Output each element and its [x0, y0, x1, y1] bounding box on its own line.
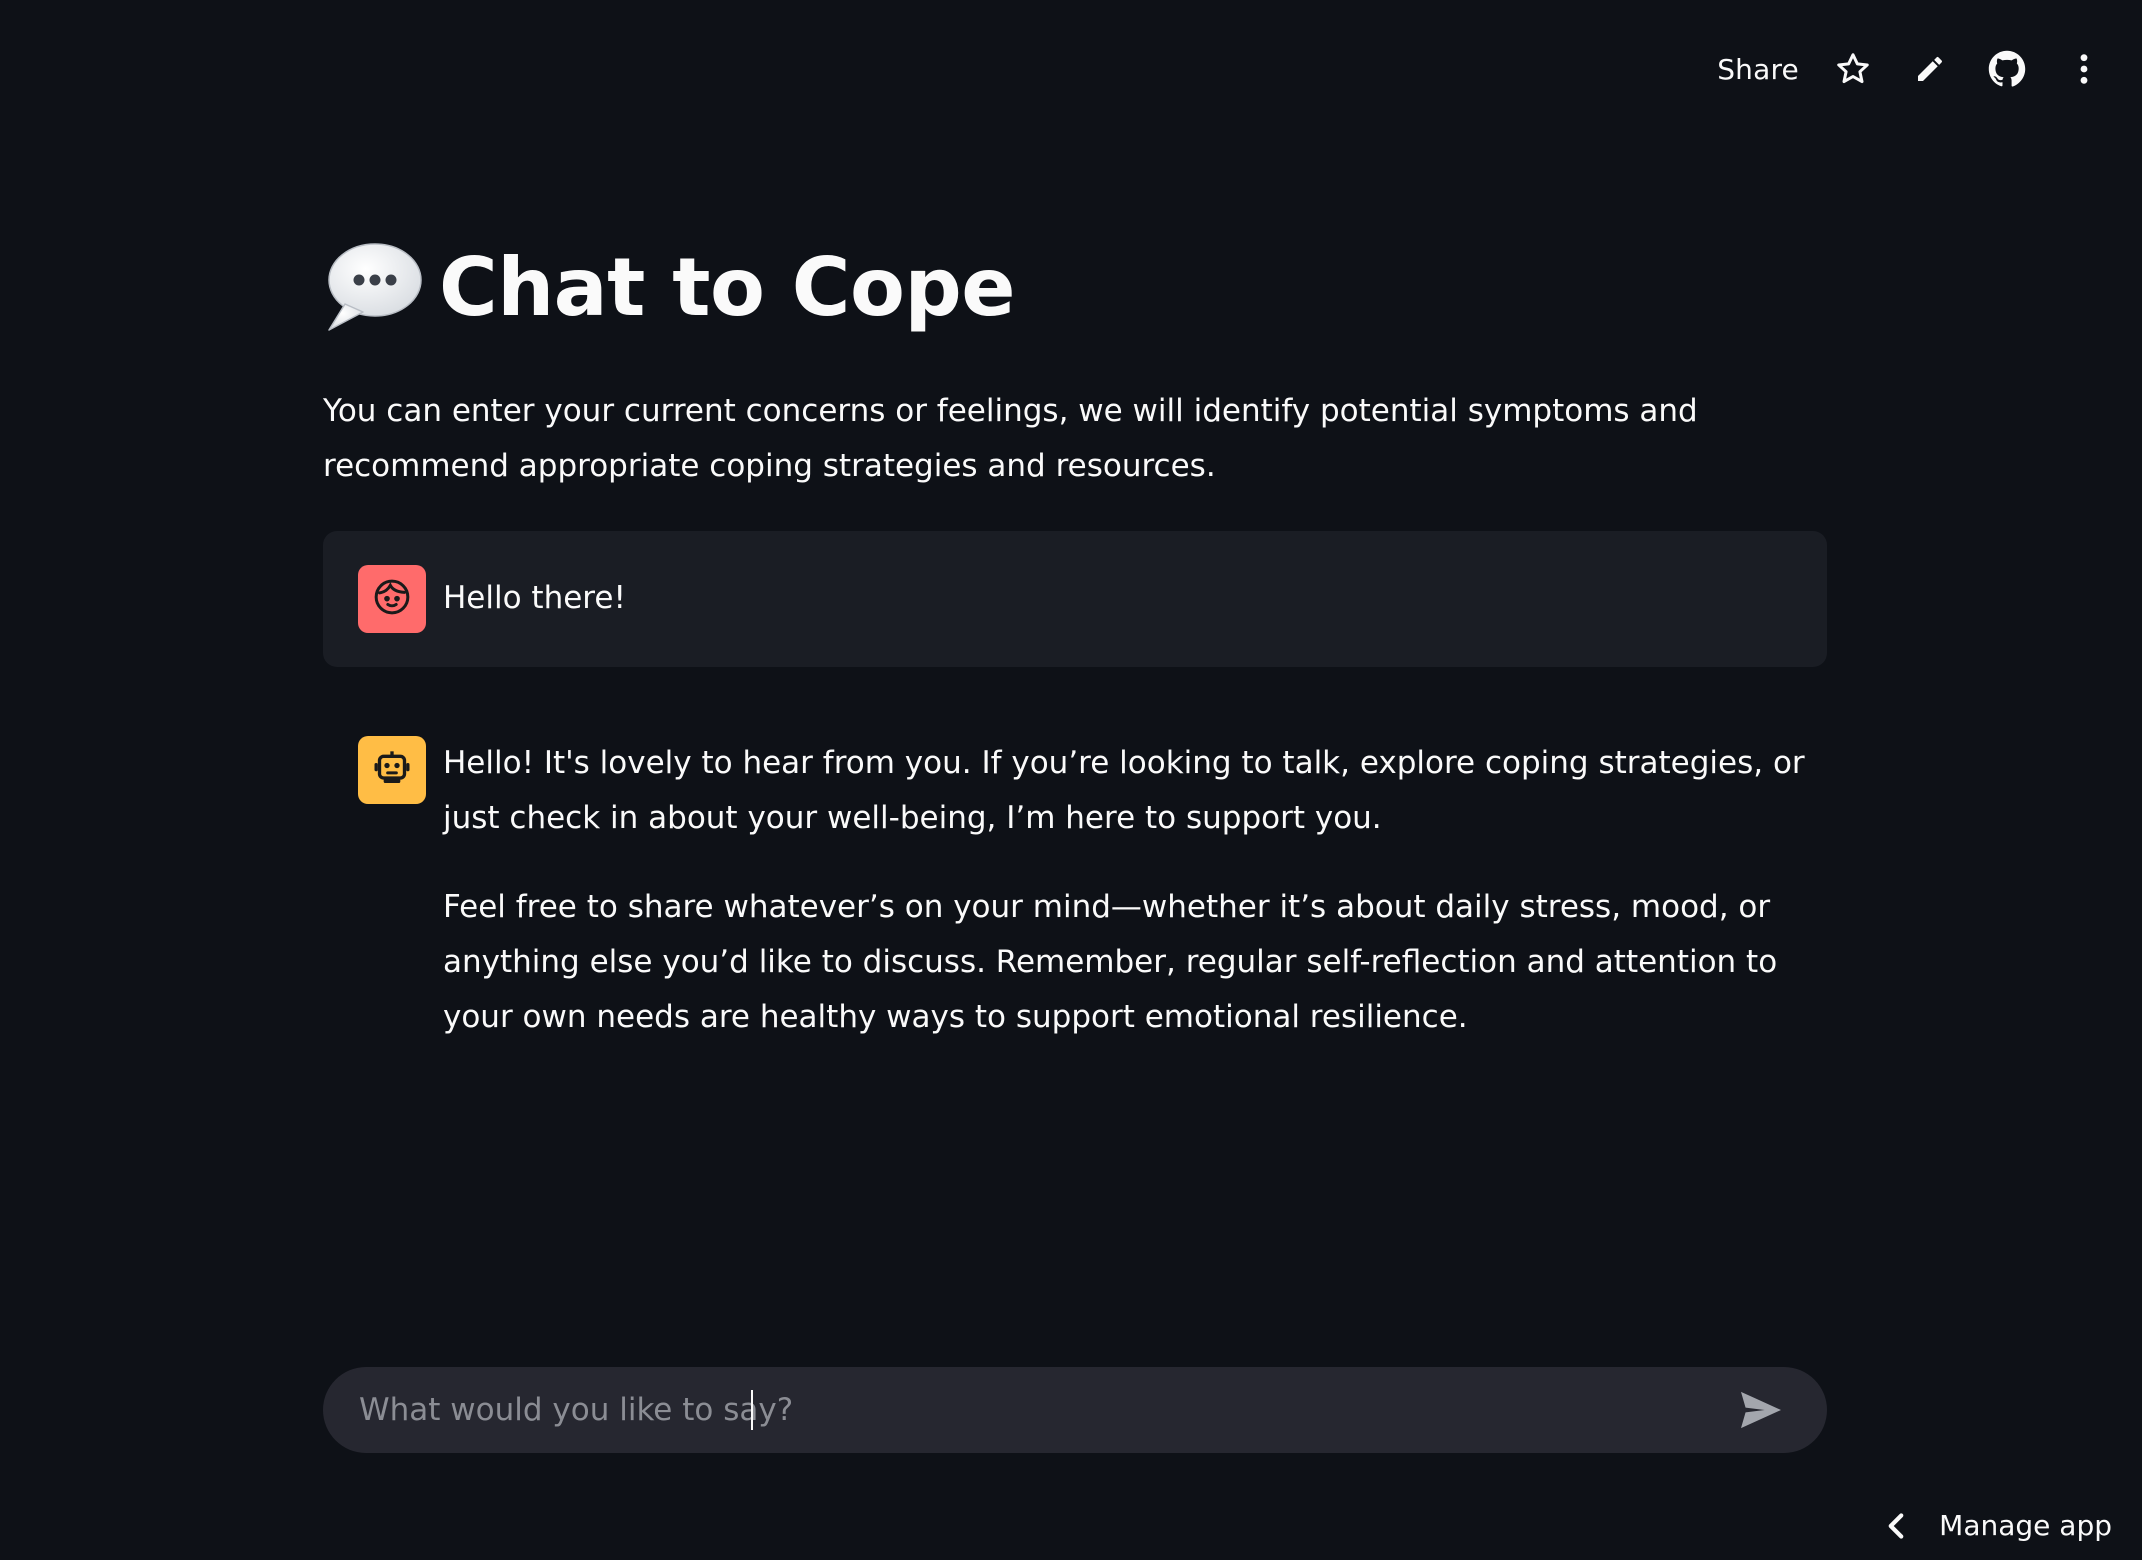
assistant-message-paragraph: Feel free to share whatever’s on your mi…: [443, 889, 1778, 1035]
assistant-message-body: Hello! It's lovely to hear from you. If …: [443, 736, 1827, 1045]
app-root: Share Chat to Cope You can enter your cu…: [0, 0, 2142, 1560]
face-icon: [372, 577, 412, 621]
assistant-message-paragraph: Hello! It's lovely to hear from you. If …: [443, 745, 1805, 836]
page-title: Chat to Cope: [323, 240, 1016, 336]
send-icon: [1741, 1391, 1781, 1429]
text-caret: [751, 1390, 753, 1430]
speech-bubble-icon: [323, 240, 423, 336]
send-button[interactable]: [1731, 1380, 1791, 1440]
share-button[interactable]: Share: [1717, 53, 1799, 86]
page-title-text: Chat to Cope: [439, 241, 1016, 334]
more-vertical-icon[interactable]: [2064, 49, 2104, 89]
chevron-left-icon: [1887, 1512, 1905, 1540]
pencil-icon[interactable]: [1910, 49, 1950, 89]
github-icon[interactable]: [1987, 49, 2027, 89]
user-message-text: Hello there!: [443, 580, 626, 616]
star-icon[interactable]: [1833, 49, 1873, 89]
robot-icon: [372, 748, 412, 792]
chat-input-container: [323, 1367, 1827, 1453]
assistant-avatar: [358, 736, 426, 804]
top-toolbar: Share: [1717, 38, 2142, 100]
user-avatar: [358, 565, 426, 633]
manage-app-button[interactable]: Manage app: [1887, 1509, 2112, 1542]
chat-input[interactable]: [323, 1367, 1731, 1453]
manage-app-label: Manage app: [1939, 1509, 2112, 1542]
page-description: You can enter your current concerns or f…: [323, 393, 1698, 484]
chat-message-user: Hello there!: [323, 531, 1827, 667]
